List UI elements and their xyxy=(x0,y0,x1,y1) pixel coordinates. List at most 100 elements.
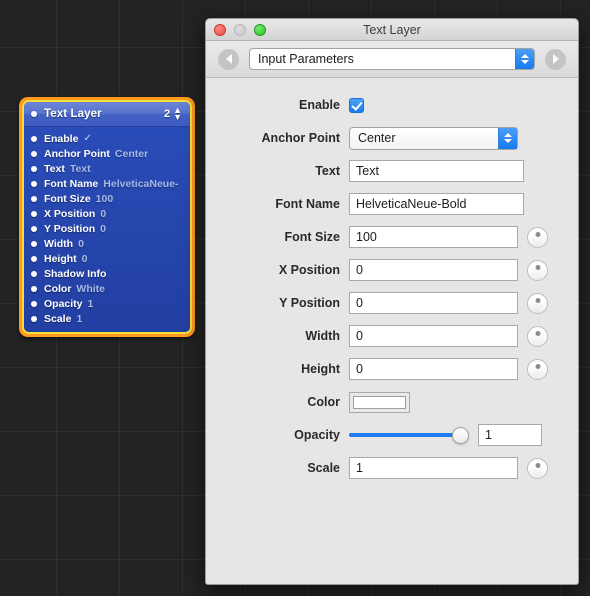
maximize-window-icon[interactable] xyxy=(254,23,266,36)
node-port-row-font-name[interactable]: Font Name HelveticaNeue- xyxy=(24,176,190,191)
enable-checkbox[interactable] xyxy=(349,97,364,113)
node-port-row-y-position[interactable]: Y Position 0 xyxy=(24,221,190,236)
node-port-row-opacity[interactable]: Opacity 1 xyxy=(24,296,190,311)
control-font-name: HelveticaNeue-Bold xyxy=(349,193,578,215)
field-row-color: Color xyxy=(206,390,578,414)
node-port-row-anchor-point[interactable]: Anchor Point Center xyxy=(24,146,190,161)
color-swatch xyxy=(353,395,406,409)
node-header-port-dot[interactable] xyxy=(31,111,37,117)
label-anchor-point: Anchor Point xyxy=(261,131,340,145)
node-port-row-font-size[interactable]: Font Size 100 xyxy=(24,191,190,206)
label-height: Height xyxy=(301,362,340,376)
port-dot-icon[interactable] xyxy=(31,225,37,232)
y-position-input[interactable]: 0 xyxy=(349,292,518,314)
port-dot-icon[interactable] xyxy=(31,150,37,157)
label-x-position: X Position xyxy=(278,263,340,277)
port-dot-icon[interactable] xyxy=(31,210,37,217)
window-titlebar[interactable]: Text Layer xyxy=(206,19,578,41)
x-position-input[interactable]: 0 xyxy=(349,259,518,281)
patch-node-title: Text Layer xyxy=(44,108,102,120)
port-label: Opacity xyxy=(44,297,83,310)
control-text: Text xyxy=(349,160,578,182)
node-stepper-icon[interactable]: ▲ ▼ xyxy=(173,106,182,122)
patch-canvas[interactable]: Text Layer 2 ▲ ▼ Enable ✓ Anchor Point C… xyxy=(0,0,590,596)
chevron-down-icon xyxy=(521,60,529,64)
field-row-font-name: Font Name HelveticaNeue-Bold xyxy=(206,192,578,216)
height-input[interactable]: 0 xyxy=(349,358,518,380)
field-row-scale: Scale 1 xyxy=(206,456,578,480)
chevron-down-icon xyxy=(504,139,512,143)
close-window-icon[interactable] xyxy=(214,23,226,36)
width-dial-knob[interactable] xyxy=(527,325,548,347)
patch-node-text-layer[interactable]: Text Layer 2 ▲ ▼ Enable ✓ Anchor Point C… xyxy=(19,97,195,337)
node-port-row-scale[interactable]: Scale 1 xyxy=(24,311,190,326)
port-dot-icon[interactable] xyxy=(31,195,37,202)
field-row-x-position: X Position 0 xyxy=(206,258,578,282)
port-value: Text xyxy=(69,162,91,175)
field-row-text: Text Text xyxy=(206,159,578,183)
chevron-up-icon xyxy=(521,54,529,58)
port-value: 0 xyxy=(81,252,88,265)
chevron-updown-icon[interactable] xyxy=(515,49,534,69)
label-text: Text xyxy=(315,164,340,178)
forward-arrow-icon[interactable] xyxy=(545,48,566,70)
control-enable xyxy=(349,97,578,113)
port-value: 100 xyxy=(95,192,114,205)
port-value: 0 xyxy=(78,237,84,250)
y-position-dial-knob[interactable] xyxy=(527,292,548,314)
width-input[interactable]: 0 xyxy=(349,325,518,347)
node-port-row-text[interactable]: Text Text xyxy=(24,161,190,176)
label-font-name: Font Name xyxy=(275,197,340,211)
text-input[interactable]: Text xyxy=(349,160,524,182)
patch-node-header[interactable]: Text Layer 2 ▲ ▼ xyxy=(24,102,190,127)
chevron-updown-icon[interactable] xyxy=(498,127,517,149)
opacity-value-input[interactable]: 1 xyxy=(478,424,542,446)
inspector-toolbar: Input Parameters xyxy=(206,41,578,78)
port-checkmark-icon: ✓ xyxy=(83,133,92,144)
port-dot-icon[interactable] xyxy=(31,270,37,277)
node-port-row-color[interactable]: Color White xyxy=(24,281,190,296)
port-label: Y Position xyxy=(44,222,96,235)
font-size-dial-knob[interactable] xyxy=(527,226,548,248)
field-row-opacity: Opacity 1 xyxy=(206,423,578,447)
port-dot-icon[interactable] xyxy=(31,240,37,247)
back-arrow-icon[interactable] xyxy=(218,48,239,70)
port-value: HelveticaNeue- xyxy=(103,177,179,190)
port-label: Shadow Info xyxy=(44,267,107,280)
scale-dial-knob[interactable] xyxy=(527,457,548,479)
port-dot-icon[interactable] xyxy=(31,255,37,262)
minimize-window-icon[interactable] xyxy=(234,23,246,36)
port-dot-icon[interactable] xyxy=(31,135,37,142)
port-dot-icon[interactable] xyxy=(31,315,37,322)
node-port-row-x-position[interactable]: X Position 0 xyxy=(24,206,190,221)
scale-input[interactable]: 1 xyxy=(349,457,518,479)
port-dot-icon[interactable] xyxy=(31,165,37,172)
port-dot-icon[interactable] xyxy=(31,300,37,307)
traffic-light-group xyxy=(206,23,266,36)
port-dot-icon[interactable] xyxy=(31,180,37,187)
triangle-left-icon xyxy=(225,54,232,64)
parameter-set-dropdown[interactable]: Input Parameters xyxy=(249,48,535,70)
label-enable: Enable xyxy=(299,98,340,112)
field-row-enable: Enable xyxy=(206,93,578,117)
field-row-anchor-point: Anchor Point Center xyxy=(206,126,578,150)
font-size-input[interactable]: 100 xyxy=(349,226,518,248)
node-port-row-height[interactable]: Height 0 xyxy=(24,251,190,266)
chevron-down-icon: ▼ xyxy=(173,112,182,122)
port-value: White xyxy=(76,282,105,295)
patch-node-port-list: Enable ✓ Anchor Point Center Text Text F… xyxy=(24,127,190,332)
node-port-row-shadow-info[interactable]: Shadow Info xyxy=(24,266,190,281)
parameter-set-dropdown-value: Input Parameters xyxy=(258,52,354,66)
x-position-dial-knob[interactable] xyxy=(527,259,548,281)
port-dot-icon[interactable] xyxy=(31,285,37,292)
opacity-slider[interactable] xyxy=(349,425,469,446)
anchor-point-dropdown[interactable]: Center xyxy=(349,126,518,150)
port-value: 0 xyxy=(100,207,107,220)
font-name-input[interactable]: HelveticaNeue-Bold xyxy=(349,193,524,215)
node-port-row-enable[interactable]: Enable ✓ xyxy=(24,131,190,146)
port-value: 0 xyxy=(100,222,106,235)
height-dial-knob[interactable] xyxy=(527,358,548,380)
color-well-button[interactable] xyxy=(349,391,410,413)
slider-thumb[interactable] xyxy=(452,426,469,444)
node-port-row-width[interactable]: Width 0 xyxy=(24,236,190,251)
